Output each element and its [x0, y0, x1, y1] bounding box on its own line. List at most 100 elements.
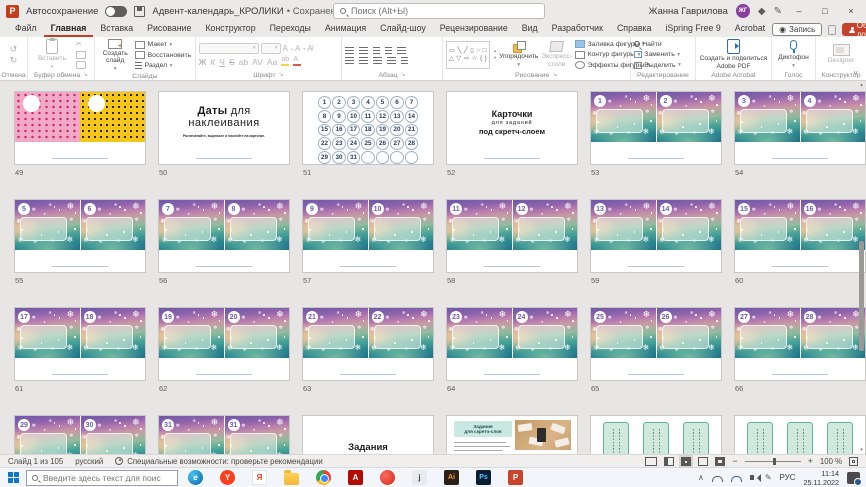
- slide-thumbnail[interactable]: [14, 91, 146, 165]
- chrome-icon[interactable]: [316, 470, 331, 485]
- paste-button[interactable]: Вставить ▾: [31, 39, 73, 70]
- tab-animations[interactable]: Анимация: [318, 22, 373, 37]
- slide-thumbnail[interactable]: 15❄❄❄❄❄❄❄❄❄❄16❄❄❄❄❄❄❄❄❄❄: [734, 199, 866, 273]
- search-box[interactable]: Поиск (Alt+Ы): [333, 3, 545, 19]
- decrease-indent-button[interactable]: [373, 47, 380, 54]
- find-button[interactable]: Найти: [634, 40, 681, 49]
- clear-format-button[interactable]: A̸: [307, 44, 312, 53]
- tab-design[interactable]: Конструктор: [198, 22, 262, 37]
- justify-button[interactable]: [387, 57, 396, 64]
- edge-icon[interactable]: e: [188, 470, 203, 485]
- red-badged-app-icon[interactable]: [380, 470, 395, 485]
- language-indicator[interactable]: РУС: [780, 473, 796, 482]
- layout-button[interactable]: Макет▾: [135, 40, 191, 49]
- photoshop-icon[interactable]: Ps: [476, 470, 491, 485]
- slide-thumbnail[interactable]: 29❄❄❄❄❄❄❄❄❄❄30❄❄❄❄❄❄❄❄❄❄: [14, 415, 146, 454]
- replace-button[interactable]: Заменить▾: [634, 50, 681, 59]
- file-explorer-icon[interactable]: [284, 473, 299, 485]
- vertical-scrollbar[interactable]: ▴ ▾: [858, 81, 865, 454]
- shape-icon[interactable]: △: [449, 55, 454, 62]
- slideshow-button[interactable]: [715, 457, 725, 466]
- zoom-in-button[interactable]: +: [808, 456, 813, 466]
- scrollbar-thumb[interactable]: [859, 241, 864, 351]
- numbering-button[interactable]: [359, 47, 368, 54]
- shape-icon[interactable]: ▭: [449, 47, 455, 54]
- tab-acrobat[interactable]: Acrobat: [728, 22, 772, 37]
- scroll-down-icon[interactable]: ▾: [858, 447, 865, 453]
- fit-to-window-button[interactable]: [849, 457, 858, 466]
- user-name[interactable]: Жанна Гаврилова: [649, 6, 728, 17]
- create-pdf-button[interactable]: Создать и поделиться Adobe PDF: [699, 39, 768, 70]
- dialog-launcher-icon[interactable]: ↘: [279, 71, 284, 80]
- dialog-launcher-icon[interactable]: ↘: [552, 71, 557, 80]
- align-center-button[interactable]: [359, 57, 368, 64]
- onedrive-icon[interactable]: [731, 476, 742, 482]
- tab-insert[interactable]: Вставка: [93, 22, 140, 37]
- yandex-icon[interactable]: Я: [252, 470, 267, 485]
- tab-view[interactable]: Вид: [515, 22, 545, 37]
- bold-button[interactable]: Ж: [199, 57, 207, 67]
- dialog-launcher-icon[interactable]: ↘: [83, 71, 88, 80]
- slide-thumbnail[interactable]: 19❄❄❄❄❄❄❄❄❄❄20❄❄❄❄❄❄❄❄❄❄: [158, 307, 290, 381]
- new-slide-button[interactable]: Создать слайд ▾: [98, 39, 132, 72]
- avatar[interactable]: ЖГ: [736, 4, 750, 18]
- slide-thumbnail[interactable]: 3❄❄❄❄❄❄❄❄❄❄4❄❄❄❄❄❄❄❄❄❄: [734, 91, 866, 165]
- reset-button[interactable]: Восстановить: [135, 51, 191, 60]
- designer-button[interactable]: Designer: [819, 39, 863, 70]
- highlight-color-button[interactable]: ab: [281, 57, 289, 67]
- maximize-button[interactable]: □: [816, 6, 834, 16]
- tab-ispring[interactable]: iSpring Free 9: [658, 22, 727, 37]
- dictate-button[interactable]: Диктофон ▾: [775, 39, 812, 70]
- notes-button[interactable]: [645, 457, 657, 466]
- slide-thumbnail[interactable]: 11❄❄❄❄❄❄❄❄❄❄12❄❄❄❄❄❄❄❄❄❄: [446, 199, 578, 273]
- tab-help[interactable]: Справка: [610, 22, 659, 37]
- scroll-up-icon[interactable]: ▴: [858, 82, 865, 88]
- close-button[interactable]: ×: [842, 6, 860, 16]
- shrink-font-button[interactable]: A▾: [295, 44, 305, 53]
- reading-view-button[interactable]: [698, 457, 708, 466]
- select-button[interactable]: Выделить▾: [634, 61, 681, 70]
- bullets-button[interactable]: [345, 47, 354, 54]
- undo-icon[interactable]: ↺: [10, 45, 18, 54]
- increase-indent-button[interactable]: [385, 47, 392, 54]
- tray-expand-icon[interactable]: ∧: [698, 473, 704, 482]
- taskbar-search-input[interactable]: [43, 473, 161, 483]
- shape-icon[interactable]: □: [483, 47, 487, 54]
- shape-icon[interactable]: ☆: [472, 55, 478, 62]
- slide-thumbnail[interactable]: 1❄❄❄❄❄❄❄❄❄❄2❄❄❄❄❄❄❄❄❄❄: [590, 91, 722, 165]
- font-size-select[interactable]: ▾: [261, 43, 281, 54]
- powerpoint-icon[interactable]: P: [508, 470, 523, 485]
- slide-thumbnail[interactable]: [734, 415, 866, 454]
- align-left-button[interactable]: [345, 57, 354, 64]
- ink-pen-icon[interactable]: ✎: [774, 6, 782, 17]
- slide-thumbnail[interactable]: 23❄❄❄❄❄❄❄❄❄❄24❄❄❄❄❄❄❄❄❄❄: [446, 307, 578, 381]
- slide-thumbnail[interactable]: 7❄❄❄❄❄❄❄❄❄❄8❄❄❄❄❄❄❄❄❄❄: [158, 199, 290, 273]
- minimize-button[interactable]: –: [790, 6, 808, 16]
- slide-thumbnail[interactable]: 27❄❄❄❄❄❄❄❄❄❄28❄❄❄❄❄❄❄❄❄❄: [734, 307, 866, 381]
- shapes-gallery[interactable]: ▭╲╱▯○□ △▽⇨☆{}: [446, 41, 490, 69]
- j-app-icon[interactable]: j: [412, 470, 427, 485]
- scroll-up-icon[interactable]: ▴: [494, 48, 496, 54]
- collapse-ribbon-icon[interactable]: ˅: [853, 69, 858, 78]
- shape-icon[interactable]: ╲: [457, 47, 461, 54]
- slide-thumbnail[interactable]: [590, 415, 722, 454]
- slide-sorter-view-button[interactable]: [681, 457, 691, 466]
- section-button[interactable]: Раздел▾: [135, 61, 191, 70]
- format-painter-button[interactable]: [76, 61, 86, 70]
- slide-thumbnail[interactable]: Заданиядля скретч-слоя: [446, 415, 578, 454]
- share-button[interactable]: Общий доступ ▾: [842, 23, 866, 36]
- illustrator-icon[interactable]: Ai: [444, 470, 459, 485]
- redo-icon[interactable]: ↻: [10, 56, 18, 65]
- notifications-icon[interactable]: [847, 472, 860, 484]
- cut-button[interactable]: ✂: [76, 40, 86, 49]
- font-name-select[interactable]: ▾: [199, 43, 259, 54]
- zoom-level[interactable]: 100 %: [820, 457, 842, 466]
- tab-developer[interactable]: Разработчик: [545, 22, 610, 37]
- columns-button[interactable]: [401, 57, 408, 64]
- grow-font-button[interactable]: A▴: [283, 44, 293, 53]
- shape-icon[interactable]: ▯: [470, 47, 474, 54]
- dialog-launcher-icon[interactable]: ↘: [401, 71, 406, 80]
- scroll-down-icon[interactable]: ▾: [494, 55, 496, 61]
- quick-styles-button[interactable]: Экспресс-стили: [541, 39, 572, 70]
- slide-thumbnail[interactable]: Заданиядля написания: [302, 415, 434, 454]
